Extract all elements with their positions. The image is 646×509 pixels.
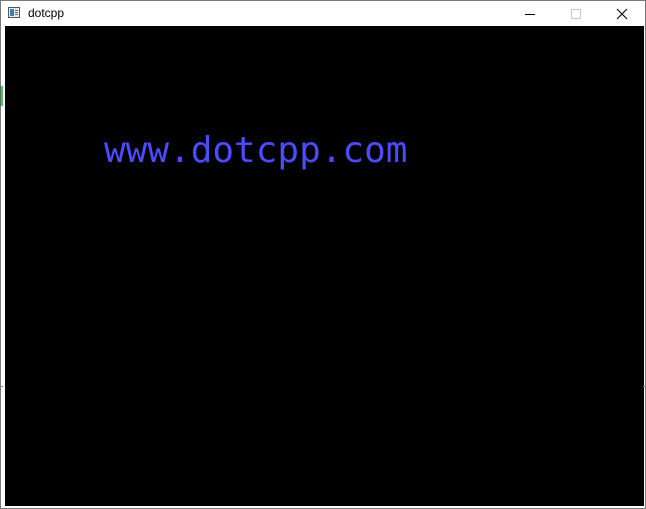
title-bar[interactable]: dotcpp: [1, 1, 645, 26]
canvas-text: www.dotcpp.com: [104, 130, 408, 171]
background-window-edge-line: [0, 386, 3, 387]
minimize-icon: [525, 14, 535, 15]
close-icon: [616, 8, 628, 20]
console-app-icon[interactable]: [8, 7, 20, 18]
maximize-icon: [571, 9, 581, 19]
app-window: dotcpp www.dotcpp.com: [0, 0, 646, 509]
graphics-canvas[interactable]: www.dotcpp.com: [5, 26, 644, 506]
close-button[interactable]: [599, 1, 645, 26]
maximize-button[interactable]: [553, 1, 599, 26]
background-window-edge: [0, 86, 3, 106]
window-title: dotcpp: [28, 6, 65, 20]
minimize-button[interactable]: [507, 1, 553, 26]
